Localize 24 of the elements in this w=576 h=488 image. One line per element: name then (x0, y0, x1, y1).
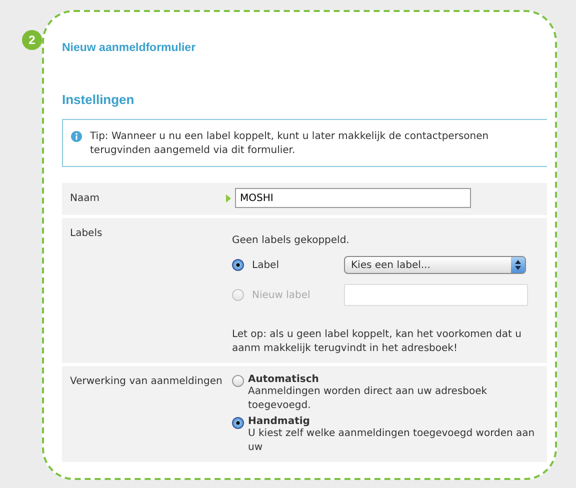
info-icon (71, 131, 82, 142)
field-label: Naam (70, 193, 100, 204)
triangle-marker-icon (226, 194, 231, 202)
field-label: Labels (70, 228, 102, 239)
new-label-input-field[interactable] (344, 284, 528, 306)
radio-button[interactable] (232, 375, 244, 387)
radio-label: Automatisch (248, 374, 320, 385)
radio-label: Label (252, 260, 280, 270)
option-description: U kiest zelf welke aanmeldingen toegevoegd worden aan uw (248, 427, 536, 455)
label-dropdown[interactable]: Kies een label... (344, 256, 526, 274)
option-description: Aanmeldingen worden direct aan uw adresboek toegevoegd. (248, 385, 488, 413)
radio-label: Handmatig (248, 416, 311, 427)
field-label: Verwerking van aanmeldingen (70, 376, 222, 387)
tip-text: Tip: Wanneer u nu een label koppelt, kunt u later makkelijk de contactpersonen terugvinden aangemeld via dit formulier. (90, 130, 490, 158)
section-heading: Instellingen (62, 92, 136, 107)
form-title: Nieuw aanmeldformulier (62, 42, 197, 54)
dropdown-arrows-icon (511, 257, 525, 273)
name-input-field[interactable]: MOSHI (235, 188, 471, 208)
radio-label: Nieuw label (252, 290, 312, 300)
radio-button[interactable] (232, 259, 244, 271)
status-text: Geen labels gekoppeld. (232, 235, 350, 246)
radio-button[interactable] (232, 417, 244, 429)
step-badge: 2 (22, 30, 42, 50)
warning-text: Let op: als u geen label koppelt, kan het voorkomen dat u aanm makkelijk terugvindt in het adresboek! (232, 328, 522, 356)
